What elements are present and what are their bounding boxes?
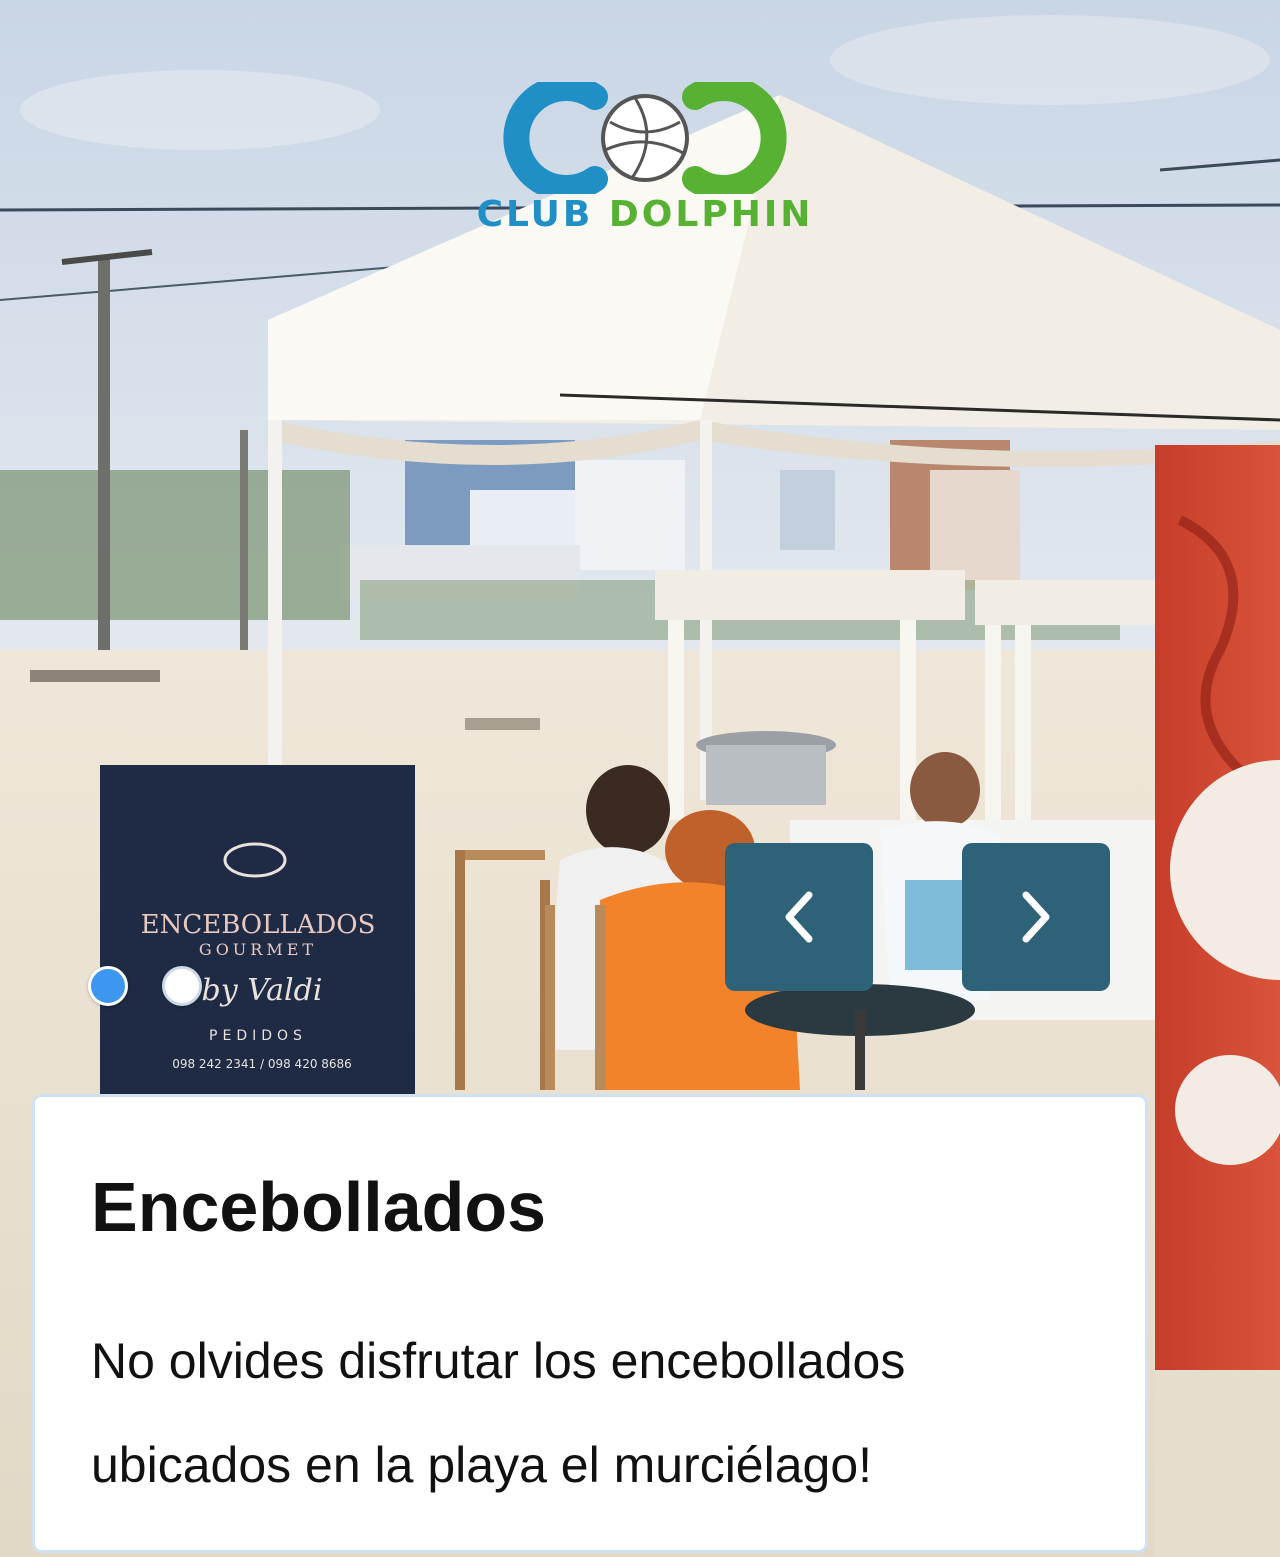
slide-dot-1[interactable] bbox=[88, 966, 128, 1006]
volleyball-logo-icon bbox=[503, 82, 787, 194]
logo-text-club: CLUB bbox=[476, 194, 594, 235]
sign-byline: by Valdi bbox=[202, 973, 323, 1008]
chevron-left-icon bbox=[785, 891, 813, 943]
club-dolphin-logo: CLUB DOLPHIN bbox=[460, 82, 830, 252]
logo-text-dolphin: DOLPHIN bbox=[608, 194, 814, 235]
slide-title: Encebollados bbox=[91, 1168, 547, 1246]
sign-phone: 098 242 2341 / 098 420 8686 bbox=[172, 1057, 352, 1071]
sign-brand: ENCEBOLLADOS bbox=[141, 910, 376, 940]
next-slide-button[interactable] bbox=[962, 843, 1110, 991]
slide-dot-2[interactable] bbox=[162, 966, 202, 1006]
sign-orders: PEDIDOS bbox=[209, 1028, 307, 1044]
slide-description: No olvides disfrutar los encebollados ub… bbox=[91, 1333, 906, 1493]
prev-slide-button[interactable] bbox=[725, 843, 873, 991]
chevron-right-icon bbox=[1022, 891, 1050, 943]
slide-caption-card: Encebollados No olvides disfrutar los en… bbox=[32, 1094, 1148, 1553]
slider: ENCEBOLLADOS GOURMET by Valdi PEDIDOS 09… bbox=[0, 0, 1280, 1557]
sign-subtitle: GOURMET bbox=[199, 940, 317, 959]
